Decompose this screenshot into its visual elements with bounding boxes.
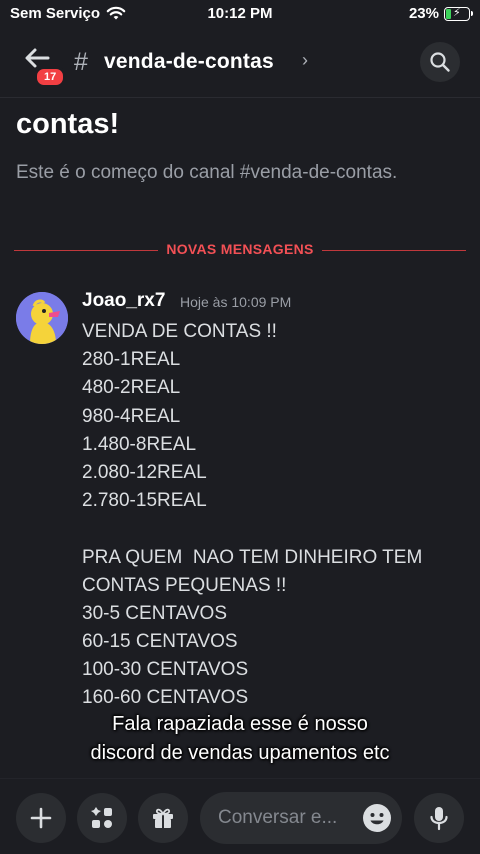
charging-bolt-icon: ⚡ [453,6,461,19]
chevron-right-icon[interactable]: › [302,50,308,71]
message-line: 2.780-15REAL [82,490,207,512]
message-line: 30-5 CENTAVOS [82,602,228,624]
message-content: VENDA DE CONTAS !! 280-1REAL 480-2REAL 9… [82,318,422,713]
new-messages-label-wrap: NOVAS MENSAGENS [0,241,480,259]
unread-badge: 17 [34,66,67,88]
battery-group: 23% ⚡ [408,5,473,22]
battery-fill [446,8,452,19]
channel-header: 17 # venda-de-contas › [0,28,480,98]
battery-percent: 23% [408,5,439,22]
duck-avatar-icon [16,292,68,344]
message-line: 1.480-8REAL [82,433,197,455]
avatar[interactable] [16,292,68,344]
message-line: 980-4REAL [82,405,181,427]
apps-button[interactable] [77,793,127,843]
welcome-title: contas! [16,108,120,140]
channel-name[interactable]: venda-de-contas [104,50,274,74]
message-line: 60-15 CENTAVOS [82,631,238,653]
message-line: 2.080-12REAL [82,461,207,483]
battery-icon: ⚡ [444,6,473,21]
welcome-subtitle: Este é o começo do canal #venda-de-conta… [16,162,398,183]
message-line: 160-60 CENTAVOS [82,687,249,709]
message-line: 100-30 CENTAVOS [82,659,249,681]
status-bar: Sem Serviço 10:12 PM 23% ⚡ [0,0,480,28]
apps-icon [91,807,112,828]
gift-icon [153,808,173,828]
add-button[interactable] [16,793,66,843]
message-line: CONTAS PEQUENAS !! [82,574,287,596]
plus-icon [30,807,52,829]
message-line: 280-1REAL [82,349,181,371]
composer-bar: Conversar e... [0,778,480,854]
message-line: 480-2REAL [82,377,181,399]
gift-button[interactable] [138,793,188,843]
caption-line-1: Fala rapaziada esse é nosso [112,713,368,735]
message-timestamp: Hoje às 10:09 PM [180,294,292,310]
voice-button[interactable] [414,793,464,843]
caption-line-2: discord de vendas upamentos etc [90,742,390,764]
search-button[interactable] [420,42,460,82]
video-caption: Fala rapaziada esse é nosso discord de v… [0,710,480,768]
message-line: VENDA DE CONTAS !! [82,321,277,342]
search-icon [430,52,450,72]
message-author[interactable]: Joao_rx7 [82,290,165,312]
message-line: PRA QUEM NAO TEM DINHEIRO TEM [82,546,423,568]
emoji-button[interactable] [362,803,392,833]
new-messages-label: NOVAS MENSAGENS [158,241,322,257]
emoji-icon [363,804,391,832]
message-input-placeholder: Conversar e... [218,807,338,828]
message-list[interactable]: contas! Este é o começo do canal #venda-… [0,98,480,778]
microphone-icon [430,807,448,831]
message-line [82,515,422,543]
channel-hash-icon: # [74,48,88,76]
